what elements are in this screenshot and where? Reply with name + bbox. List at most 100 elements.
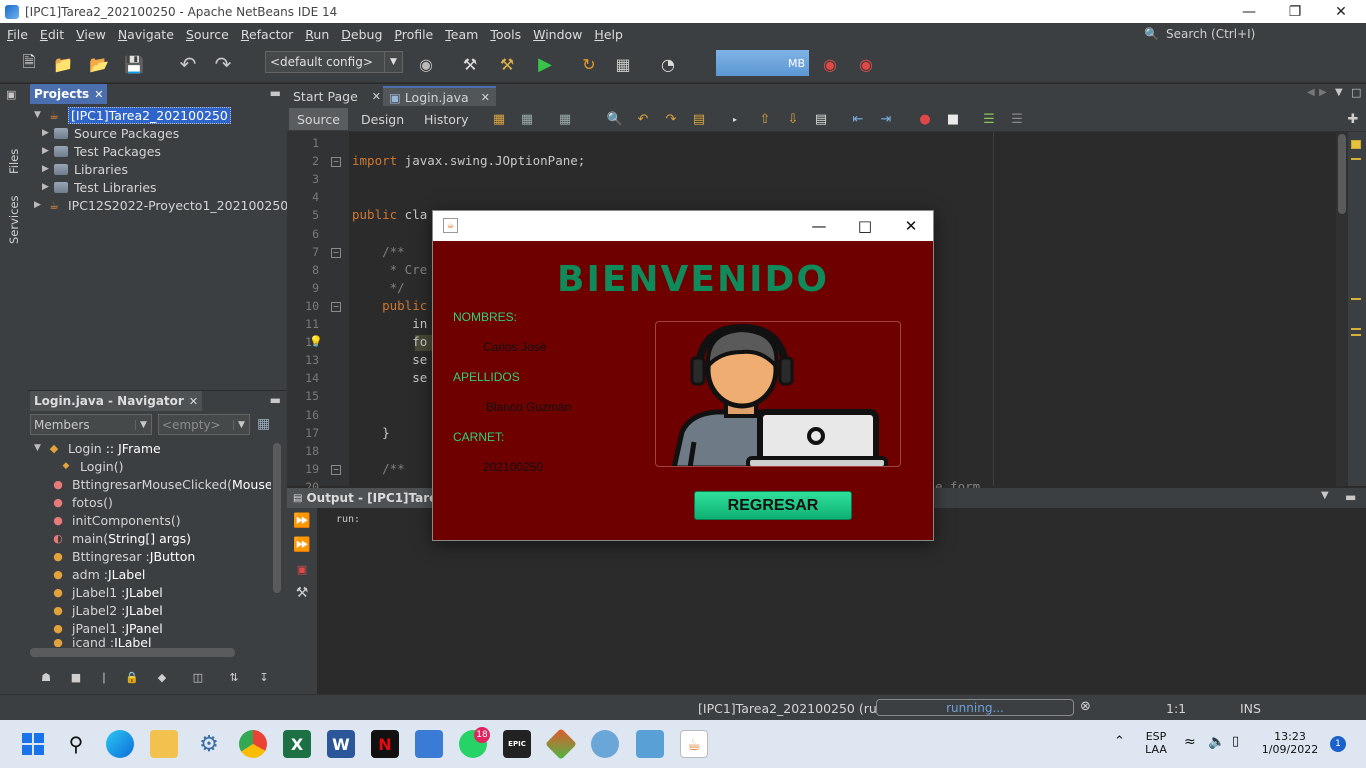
language-indicator[interactable]: ESP LAA — [1140, 730, 1172, 756]
stop-icon[interactable]: ▣ — [293, 560, 311, 578]
close-icon[interactable]: ✕ — [189, 395, 198, 408]
profiler-icon[interactable]: ◔ — [656, 52, 680, 76]
fold-toggle-icon[interactable]: − — [331, 464, 341, 475]
open-project-icon[interactable]: 📂 — [87, 52, 111, 76]
tree-item-test-packages[interactable]: ▶ Test Packages — [42, 142, 161, 160]
menu-profile[interactable]: Profile — [389, 27, 438, 42]
show-hidden-icons[interactable]: ⌃ — [1114, 734, 1125, 749]
word-icon[interactable]: W — [327, 730, 355, 758]
progress-bar[interactable]: running... — [876, 699, 1074, 716]
tab-login-java[interactable]: ▣ Login.java ✕ — [383, 86, 496, 106]
menu-navigate[interactable]: Navigate — [113, 27, 179, 42]
filter-dropdown[interactable]: <empty> ▼ — [158, 414, 250, 435]
netflix-icon[interactable]: N — [371, 730, 399, 758]
nav-item[interactable]: ◐ main(String[] args) — [50, 529, 191, 547]
menu-view[interactable]: View — [71, 27, 111, 42]
tree-item-test-libraries[interactable]: ▶ Test Libraries — [42, 178, 157, 196]
fold-toggle-icon[interactable]: − — [331, 247, 341, 258]
menu-run[interactable]: Run — [300, 27, 334, 42]
tree-item-libraries[interactable]: ▶ Libraries — [42, 160, 128, 178]
collapsed-arrow-icon[interactable]: ▶ — [42, 146, 54, 156]
settings-gear-icon[interactable]: ⚙ — [195, 730, 223, 758]
search-icon[interactable]: ⚲ — [62, 730, 90, 758]
nav-item[interactable]: ● jLabel1 : JLabel — [50, 583, 163, 601]
globe-icon[interactable]: ◉ — [414, 52, 438, 76]
next-bookmark-icon[interactable]: ⇩ — [785, 111, 801, 127]
find-next-icon[interactable]: ↷ — [663, 111, 679, 127]
minimize-panel-icon[interactable]: ▬ — [270, 393, 281, 407]
navigator-scrollbar[interactable] — [271, 439, 283, 647]
tree-item-source-packages[interactable]: ▶ Source Packages — [42, 124, 179, 142]
expanded-arrow-icon[interactable]: ▼ — [34, 110, 46, 120]
tree-item-project-main[interactable]: ▼ ☕ [IPC1]Tarea2_202100250 — [34, 106, 231, 124]
back-button[interactable]: REGRESAR — [694, 491, 852, 520]
static-icon[interactable]: ❘ — [94, 668, 114, 686]
stop-macro-icon[interactable]: ■ — [945, 111, 961, 127]
photos-icon[interactable] — [415, 730, 443, 758]
record-macro-icon[interactable]: ● — [917, 111, 933, 127]
quick-search[interactable]: 🔍▾ Search (Ctrl+I) — [1136, 23, 1366, 55]
config-dropdown[interactable]: <default config> ▼ — [265, 51, 403, 73]
collapsed-arrow-icon[interactable]: ▶ — [42, 164, 54, 174]
menu-edit[interactable]: Edit — [35, 27, 69, 42]
chevron-down-icon[interactable]: ▼ — [233, 419, 249, 430]
close-button[interactable]: ✕ — [1318, 0, 1364, 23]
tab-list-icon[interactable]: ▼ — [1321, 490, 1329, 501]
excel-icon[interactable]: X — [283, 730, 311, 758]
minimize-panel-icon[interactable]: ▬ — [1345, 490, 1356, 504]
gc-icon[interactable]: ◉ — [818, 52, 842, 76]
shift-right-icon[interactable]: ⇥ — [878, 111, 894, 127]
editor-scrollbar[interactable] — [1336, 132, 1348, 486]
minimize-panel-icon[interactable]: ▬ — [270, 86, 281, 100]
rect-select-icon[interactable]: ▸ — [727, 111, 743, 127]
shift-left-icon[interactable]: ⇤ — [850, 111, 866, 127]
fields-icon[interactable]: ■ — [66, 668, 86, 686]
notification-badge[interactable]: 1 — [1330, 736, 1346, 752]
rerun-icon[interactable]: ⏩ — [293, 512, 311, 530]
build-hammer-icon[interactable]: ⚒ — [458, 52, 482, 76]
search-input[interactable]: Search (Ctrl+I) — [1166, 27, 1255, 41]
paint-icon[interactable] — [591, 730, 619, 758]
expanded-arrow-icon[interactable]: ▼ — [34, 443, 46, 453]
prev-bookmark-icon[interactable]: ⇧ — [757, 111, 773, 127]
projects-tab[interactable]: Projects ✕ — [30, 84, 108, 104]
menu-file[interactable]: File — [2, 27, 33, 42]
menu-tools[interactable]: Tools — [485, 27, 526, 42]
memory-indicator[interactable]: MB — [716, 50, 809, 76]
nonpublic-icon[interactable]: ◆ — [152, 668, 172, 686]
warning-status-icon[interactable] — [1351, 140, 1361, 149]
subtab-history[interactable]: History — [416, 108, 476, 130]
minimize-button[interactable]: — — [1226, 0, 1272, 23]
rerun-different-icon[interactable]: ⏩ — [293, 536, 311, 554]
tab-list-icon[interactable]: ▼ — [1335, 87, 1343, 98]
lock-icon[interactable]: 🔒 — [122, 668, 142, 686]
find-icon[interactable]: 🔍 — [607, 111, 623, 127]
clean-build-icon[interactable]: ⚒ — [495, 52, 519, 76]
sort-name-icon[interactable]: ⇅ — [224, 668, 244, 686]
chevron-down-icon[interactable]: ▼ — [135, 419, 151, 430]
files-side-tab[interactable]: Files — [4, 114, 24, 174]
redo-icon[interactable]: ↷ — [211, 52, 235, 76]
hierarchy-icon[interactable]: ▦ — [257, 416, 270, 432]
java-taskbar-icon[interactable]: ☕ — [680, 730, 708, 758]
menu-window[interactable]: Window — [528, 27, 587, 42]
toggle-bookmark-icon[interactable]: ▤ — [813, 111, 829, 127]
dialog-maximize-button[interactable]: □ — [842, 211, 888, 241]
nav-item[interactable]: ● Bttingresar : JButton — [50, 547, 195, 565]
toggle-highlight-icon[interactable]: ▤ — [691, 111, 707, 127]
profile-icon[interactable]: ▦ — [611, 52, 635, 76]
settings-icon[interactable]: ⚒ — [293, 584, 311, 602]
nav-item[interactable]: ◆ Login() — [58, 457, 124, 475]
fqn-icon[interactable]: ◫ — [188, 668, 208, 686]
maximize-button[interactable]: ❐ — [1272, 0, 1318, 23]
navigator-tab[interactable]: Login.java - Navigator ✕ — [30, 391, 203, 411]
cancel-task-icon[interactable]: ⊗ — [1080, 699, 1091, 714]
edge-browser-icon[interactable] — [106, 730, 134, 758]
chrome-browser-icon[interactable] — [239, 730, 267, 758]
collapsed-arrow-icon[interactable]: ▶ — [34, 200, 46, 210]
collapsed-arrow-icon[interactable]: ▶ — [42, 128, 54, 138]
collapsed-arrow-icon[interactable]: ▶ — [42, 182, 54, 192]
close-icon[interactable]: ✕ — [94, 88, 103, 101]
comment-icon[interactable]: ☰ — [981, 111, 997, 127]
tab-start-page[interactable]: Start Page ✕ — [287, 86, 387, 106]
